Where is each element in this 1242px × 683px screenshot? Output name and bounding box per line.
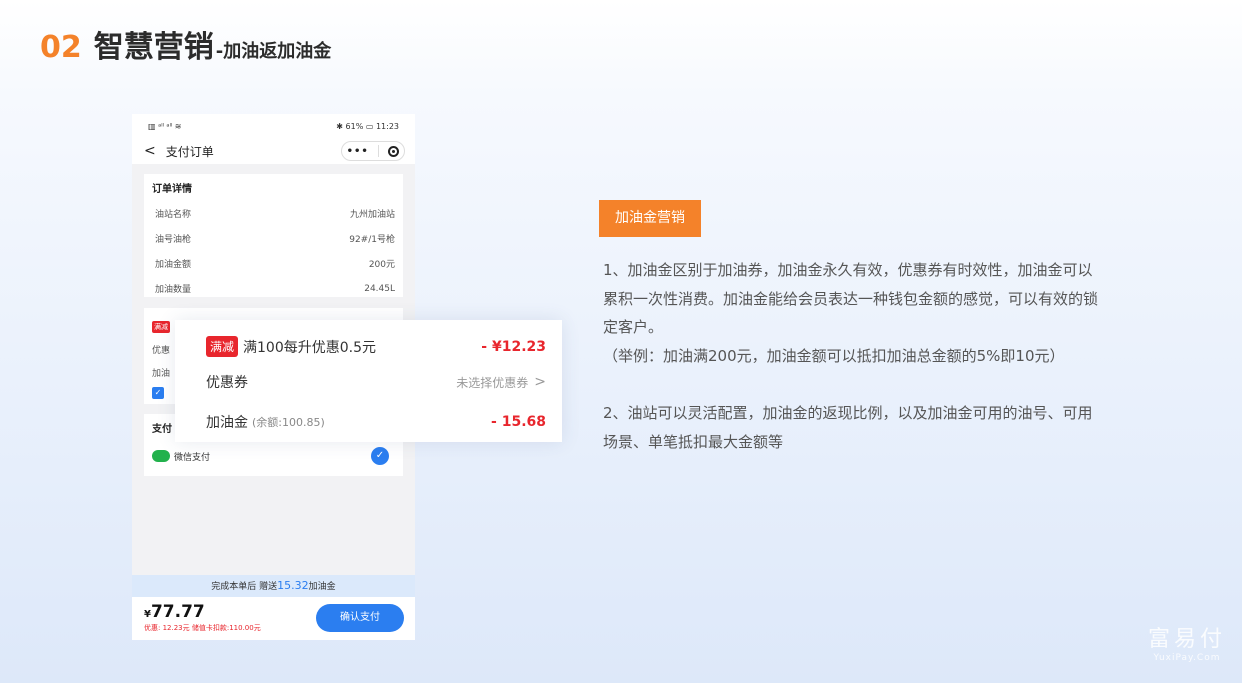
status-right: ✱ 61% ▭ 11:23 <box>336 121 399 131</box>
fuel-gold-balance: (余额:100.85) <box>252 416 325 429</box>
wechat-icon <box>152 450 170 462</box>
capsule-divider <box>378 145 380 157</box>
brand-watermark: 富易付 YuxiPay.Com <box>1148 621 1226 663</box>
payment-option-wechat[interactable]: 微信支付 ✓ <box>152 447 395 465</box>
fuel-gold-value: - 15.68 <box>491 414 546 430</box>
detail-row: 油站名称 九州加油站 <box>152 201 395 226</box>
fuel-gold-row[interactable]: 加油金 (余额:100.85) - 15.68 <box>206 412 546 432</box>
status-bar: ▥ ᵃˡˡ ᵃˡˡ ≋ ✱ 61% ▭ 11:23 <box>132 114 415 138</box>
fuel-gold-label: 加油金 <box>206 415 248 431</box>
detail-value: 九州加油站 <box>349 210 395 220</box>
detail-label: 加油数量 <box>155 285 192 295</box>
promo-badge: 满减 <box>152 321 170 333</box>
detail-row: 油号油枪 92#/1号枪 <box>152 226 395 251</box>
mini-program-capsule: ••• <box>341 141 405 161</box>
detail-value: 92#/1号枪 <box>349 235 395 245</box>
slide-header: 02 智慧营销 -加油返加油金 <box>40 22 331 66</box>
bonus-amount: 15.32 <box>277 579 309 592</box>
discount-badge: 满减 <box>206 336 239 357</box>
detail-label: 油站名称 <box>155 210 192 220</box>
close-target-icon[interactable] <box>388 145 400 157</box>
discount-label: 满100每升优惠0.5元 <box>243 339 377 356</box>
selected-check-icon[interactable]: ✓ <box>371 447 389 465</box>
nav-title: 支付订单 <box>165 144 214 159</box>
description-paragraph-2: （举例：加油满200元，加油金额可以抵扣加油总金额的5%即10元） <box>603 347 1065 365</box>
status-left: ▥ ᵃˡˡ ᵃˡˡ ≋ <box>148 121 182 131</box>
back-icon[interactable]: < <box>144 143 156 159</box>
coupon-value: 未选择优惠券 <box>456 375 529 390</box>
description-paragraph-3: 2、油站可以灵活配置，加油金的返现比例，以及加油金可用的油号、可用场景、单笔抵扣… <box>603 404 1093 451</box>
confirm-pay-button[interactable]: 确认支付 <box>316 604 404 632</box>
payment-method-label: 微信支付 <box>174 452 211 463</box>
checkout-footer: ¥77.77 优惠: 12.23元 储值卡扣款:110.00元 确认支付 <box>132 597 415 640</box>
bonus-suffix: 加油金 <box>308 582 336 592</box>
description-paragraph-1: 1、加油金区别于加油券，加油金永久有效，优惠券有时效性，加油金可以累积一次性消费… <box>603 261 1099 336</box>
currency-symbol: ¥ <box>144 609 151 620</box>
nav-bar: < 支付订单 ••• <box>132 138 415 164</box>
bonus-strip: 完成本单后 赠送15.32加油金 <box>132 575 415 597</box>
chevron-right-icon: > <box>534 374 546 390</box>
bonus-prefix: 完成本单后 赠送 <box>211 582 278 592</box>
detail-value: 24.45L <box>364 283 395 294</box>
section-number: 02 <box>40 30 82 65</box>
detail-row: 加油金额 200元 <box>152 251 395 276</box>
discount-value: - ¥12.23 <box>481 338 546 355</box>
price-value: 77.77 <box>150 602 205 622</box>
order-detail-card: 订单详情 油站名称 九州加油站 油号油枪 92#/1号枪 加油金额 200元 加… <box>144 174 403 297</box>
detail-value: 200元 <box>368 260 395 270</box>
watermark-en: YuxiPay.Com <box>1153 653 1221 663</box>
detail-label: 油号油枪 <box>155 235 192 245</box>
checkbox-icon[interactable]: ✓ <box>152 387 164 399</box>
coupon-label: 优惠券 <box>206 375 248 391</box>
section-tag: 加油金营销 <box>599 200 701 237</box>
slide-title: 智慧营销 <box>93 30 214 65</box>
order-detail-title: 订单详情 <box>152 184 192 195</box>
detail-row: 加油数量 24.45L <box>152 276 395 301</box>
coupon-row[interactable]: 优惠券 未选择优惠券 > <box>206 372 546 392</box>
watermark-cn: 富易付 <box>1147 627 1226 652</box>
detail-label: 加油金额 <box>155 260 192 270</box>
discount-popup-card: 满减 满100每升优惠0.5元 - ¥12.23 优惠券 未选择优惠券 > 加油… <box>175 320 562 442</box>
more-icon[interactable]: ••• <box>347 146 369 157</box>
slide-subtitle: -加油返加油金 <box>215 41 332 62</box>
discount-row[interactable]: 满减 满100每升优惠0.5元 - ¥12.23 <box>206 336 546 357</box>
